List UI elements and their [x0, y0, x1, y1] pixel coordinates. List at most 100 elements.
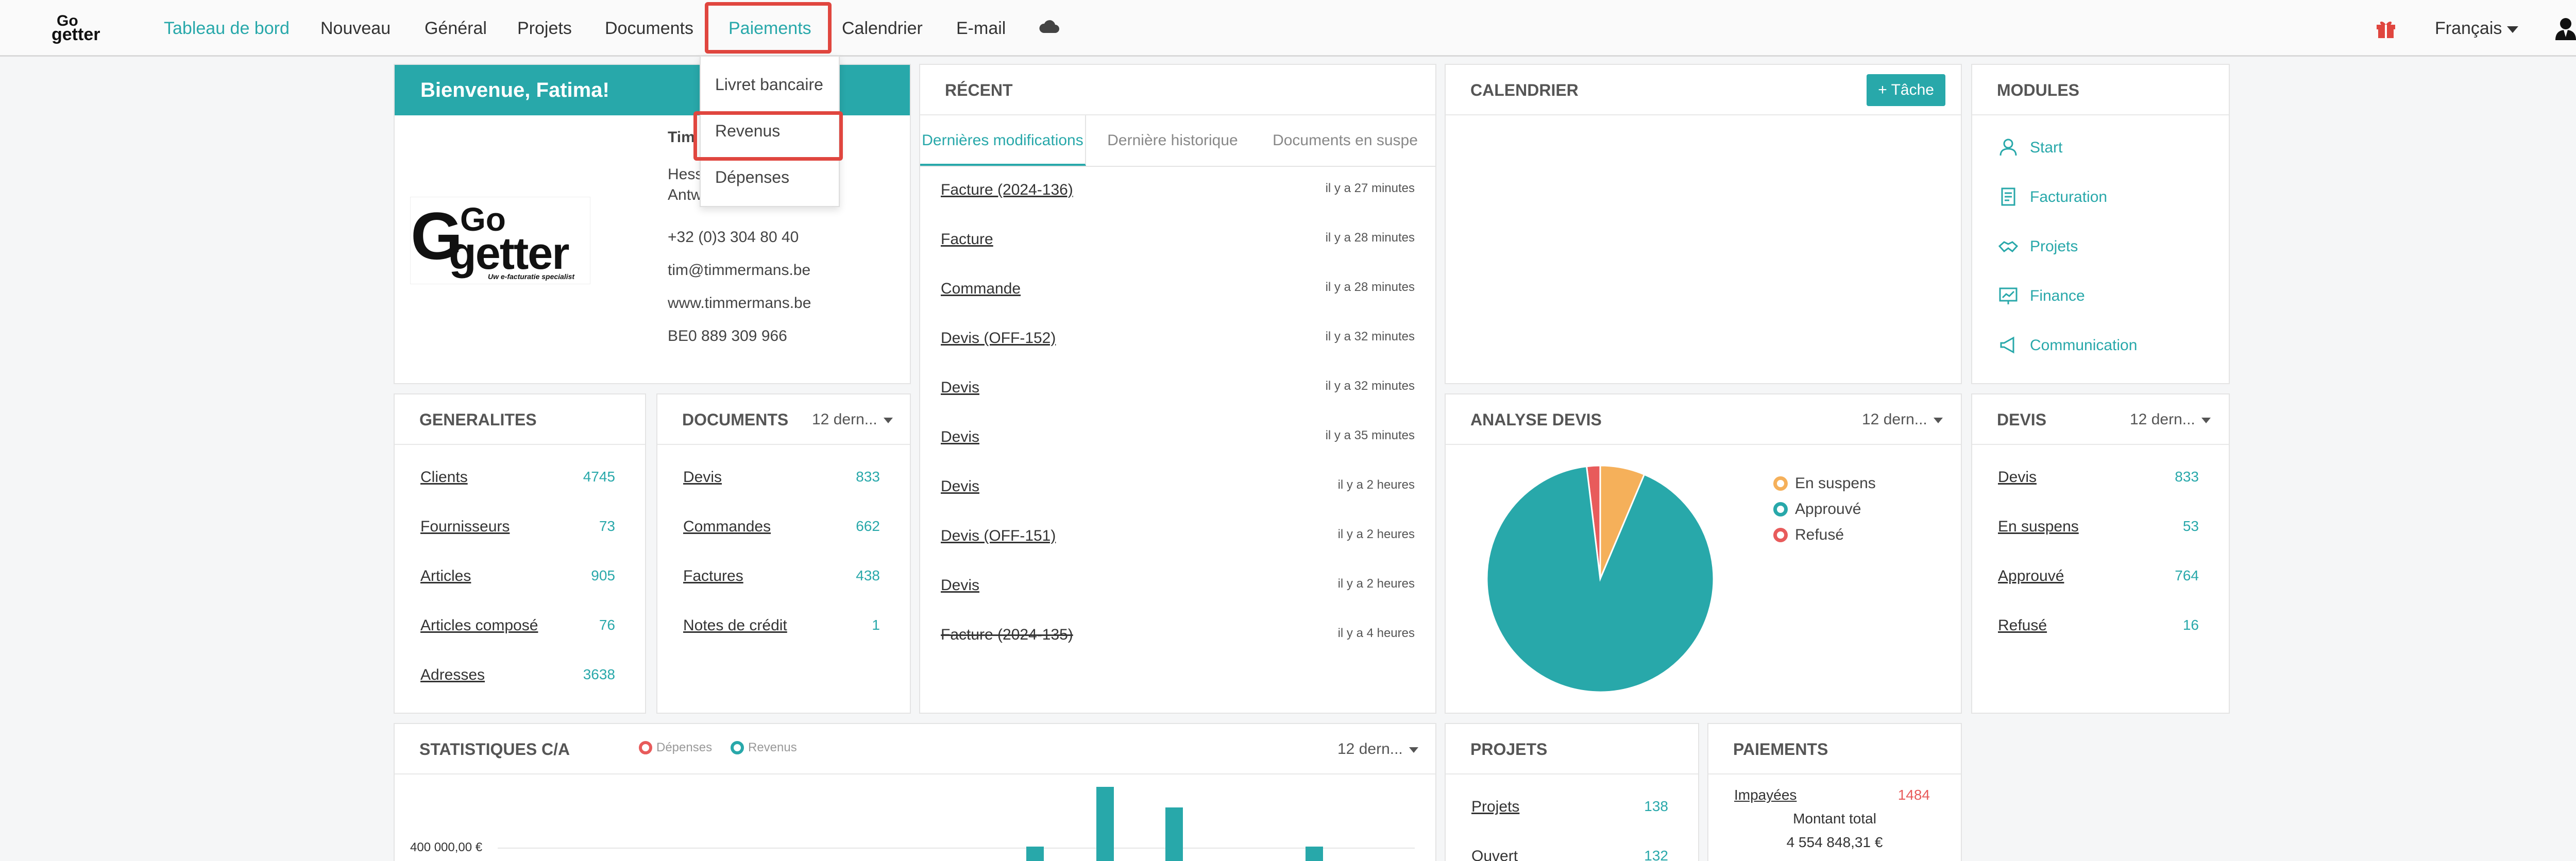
documents-panel: DOCUMENTS 12 dern... Devis 833 Commandes 6…: [656, 393, 911, 714]
module-label: Start: [2030, 139, 2063, 156]
module-label: Facturation: [2030, 188, 2108, 205]
legend-revenus[interactable]: Revenus: [731, 741, 797, 755]
language-selector[interactable]: Français: [2435, 0, 2519, 57]
stat-link[interactable]: Projets: [1471, 798, 1519, 816]
doc-link[interactable]: Devis (OFF-151): [941, 527, 1056, 545]
list-item[interactable]: Facture (2024-136) il y a 27 minutes: [920, 181, 1435, 202]
list-item[interactable]: Devis (OFF-152) il y a 32 minutes: [920, 330, 1435, 350]
user-outline-icon: [1999, 139, 2017, 156]
stat-link[interactable]: Ouvert: [1471, 848, 1518, 861]
chevron-down-icon: [883, 417, 893, 423]
stat-value: 16: [2182, 617, 2199, 633]
nav-email[interactable]: E-mail: [956, 0, 1006, 57]
legend-item-refuse[interactable]: Refusé: [1773, 526, 1844, 544]
nav-calendrier[interactable]: Calendrier: [842, 0, 923, 57]
legend-label: Refusé: [1795, 526, 1844, 543]
app-logo[interactable]: Go getter: [52, 13, 129, 44]
stats-period-dropdown[interactable]: 12 dern...: [1337, 724, 1418, 774]
list-item[interactable]: Devis il y a 32 minutes: [920, 379, 1435, 400]
stat-link[interactable]: Clients: [420, 469, 468, 486]
list-item[interactable]: Devis (OFF-151) il y a 2 heures: [920, 527, 1435, 548]
recent-title: RÉCENT: [920, 65, 1435, 115]
stat-link[interactable]: Notes de crédit: [683, 617, 787, 634]
nav-documents[interactable]: Documents: [605, 0, 693, 57]
company-name: Tim: [668, 129, 695, 146]
devis-period-dropdown[interactable]: 12 dern...: [2130, 394, 2211, 445]
chart-board-icon: [1999, 287, 2018, 304]
stat-link[interactable]: En suspens: [1998, 518, 2079, 536]
stat-row: Ouvert 132: [1446, 848, 1698, 861]
user-icon[interactable]: [2554, 16, 2576, 41]
legend-label: Dépenses: [656, 741, 713, 754]
stat-link[interactable]: Adresses: [420, 666, 485, 684]
impayees-link[interactable]: Impayées: [1734, 787, 1797, 803]
doc-link[interactable]: Devis: [941, 379, 979, 397]
nav-nouveau[interactable]: Nouveau: [320, 0, 391, 57]
stat-link[interactable]: Factures: [683, 567, 743, 585]
stat-link[interactable]: Approuvé: [1998, 567, 2064, 585]
tab-dernieres-modifications[interactable]: Dernières modifications: [920, 115, 1086, 166]
stat-link[interactable]: Articles: [420, 567, 471, 585]
gridline: [498, 848, 1415, 849]
pie-chart: [1486, 464, 1715, 693]
stat-row: Clients 4745: [395, 469, 645, 489]
period-label: 12 dern...: [812, 411, 877, 428]
nav-general[interactable]: Général: [425, 0, 487, 57]
stat-value: 833: [2175, 469, 2199, 485]
tab-documents-en-suspens[interactable]: Documents en suspe: [1260, 115, 1430, 166]
list-item[interactable]: Devis il y a 2 heures: [920, 577, 1435, 597]
module-label: Communication: [2030, 337, 2138, 354]
total-value: 4 554 848,31 €: [1786, 834, 1883, 850]
address-line-1: Hess: [668, 166, 703, 183]
doc-link[interactable]: Devis (OFF-152): [941, 330, 1056, 347]
list-item[interactable]: Commande il y a 28 minutes: [920, 280, 1435, 301]
company-logo: G Go getter Uw e-facturatie specialist: [410, 197, 590, 284]
timestamp: il y a 2 heures: [1337, 478, 1415, 492]
doc-link[interactable]: Facture (2024-136): [941, 181, 1073, 199]
email: tim@timmermans.be: [668, 262, 811, 279]
module-label: Finance: [2030, 287, 2085, 304]
tab-derniere-historique[interactable]: Dernière historique: [1090, 115, 1255, 166]
stat-row: Articles composé 76: [395, 617, 645, 638]
cloud-icon[interactable]: [1039, 19, 1059, 34]
timestamp: il y a 28 minutes: [1325, 280, 1415, 294]
stat-link[interactable]: Commandes: [683, 518, 771, 536]
stat-value: 4745: [583, 469, 615, 485]
stat-link[interactable]: Fournisseurs: [420, 518, 510, 536]
menu-item-depenses[interactable]: Dépenses: [715, 168, 789, 187]
doc-link[interactable]: Devis: [941, 428, 979, 446]
list-item[interactable]: Facture (2024-135) il y a 4 heures: [920, 626, 1435, 647]
doc-link[interactable]: Facture (2024-135): [941, 626, 1073, 644]
stat-value: 662: [856, 518, 880, 534]
list-item[interactable]: Devis il y a 35 minutes: [920, 428, 1435, 449]
stat-value: 905: [591, 567, 615, 583]
handshake-icon: [1998, 241, 2019, 253]
list-item[interactable]: Devis il y a 2 heures: [920, 478, 1435, 498]
add-task-button[interactable]: + Tâche: [1867, 74, 1945, 106]
doc-link[interactable]: Facture: [941, 231, 993, 248]
stat-row: Devis 833: [657, 469, 910, 489]
revenue-bar: [1306, 847, 1323, 861]
highlight-revenus: [693, 111, 843, 161]
legend-item-en-suspens[interactable]: En suspens: [1773, 475, 1876, 492]
stat-link[interactable]: Refusé: [1998, 617, 2047, 634]
nav-projets[interactable]: Projets: [517, 0, 572, 57]
stat-link[interactable]: Articles composé: [420, 617, 538, 634]
stat-row: En suspens 53: [1972, 518, 2229, 539]
gift-icon[interactable]: [2375, 19, 2397, 39]
revenue-bar: [1096, 787, 1114, 861]
documents-period-dropdown[interactable]: 12 dern...: [812, 394, 893, 445]
doc-link[interactable]: Devis: [941, 577, 979, 594]
timestamp: il y a 27 minutes: [1325, 181, 1415, 195]
menu-item-livret-bancaire[interactable]: Livret bancaire: [715, 75, 823, 94]
nav-tableau-de-bord[interactable]: Tableau de bord: [164, 0, 290, 57]
analyse-period-dropdown[interactable]: 12 dern...: [1862, 394, 1943, 445]
legend-depenses[interactable]: Dépenses: [639, 741, 712, 755]
doc-link[interactable]: Commande: [941, 280, 1021, 298]
legend-item-approuve[interactable]: Approuvé: [1773, 501, 1861, 518]
doc-link[interactable]: Devis: [941, 478, 979, 495]
list-item[interactable]: Facture il y a 28 minutes: [920, 231, 1435, 251]
stat-link[interactable]: Devis: [683, 469, 722, 486]
stat-link[interactable]: Devis: [1998, 469, 2037, 486]
generalites-panel: GENERALITES Clients 4745 Fournisseurs 73 A…: [394, 393, 646, 714]
